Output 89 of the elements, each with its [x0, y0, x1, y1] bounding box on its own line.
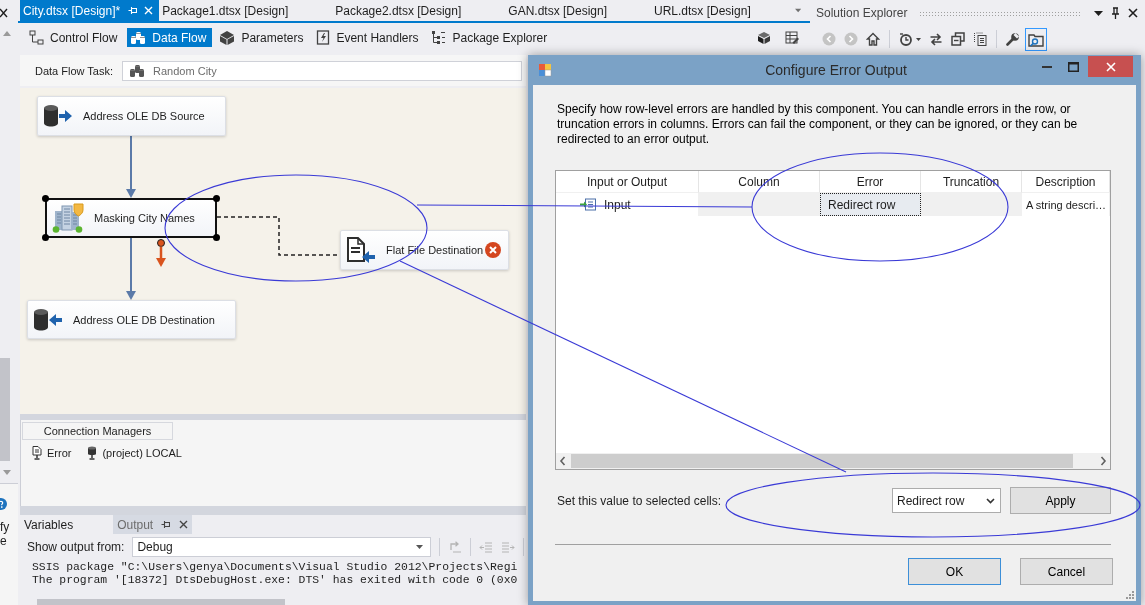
output-source-combobox[interactable]: Debug	[132, 537, 432, 557]
minimize-icon	[1042, 65, 1052, 68]
help-icon[interactable]	[0, 498, 7, 510]
buildings-icon	[52, 203, 84, 233]
selection-handle[interactable]	[213, 234, 220, 241]
pages-icon	[973, 32, 987, 46]
pin-icon[interactable]	[161, 520, 171, 529]
scroll-left-icon[interactable]	[559, 456, 566, 466]
maximize-icon	[1067, 61, 1079, 72]
dialog-description: Specify how row-level errors are handled by this component. You can handle errors in the row, or truncation errors in columns. Errors can fail the component, or they can be ignored, or they can be redirected to an error output.	[557, 102, 1079, 147]
dropdown-icon[interactable]	[1094, 10, 1103, 16]
column-header[interactable]: Description	[1022, 171, 1110, 193]
toolbar-button[interactable]	[1025, 27, 1047, 51]
sync-arrows-icon	[929, 32, 943, 46]
file-plug-icon	[32, 446, 42, 460]
document-arrow-icon	[346, 236, 376, 264]
caret-icon	[916, 37, 921, 41]
cylinders-icon	[129, 63, 146, 78]
set-value-label: Set this value to selected cells:	[557, 493, 723, 508]
resize-grip-icon[interactable]	[1126, 591, 1134, 599]
selection-handle[interactable]	[213, 195, 220, 202]
close-icon[interactable]	[0, 8, 8, 18]
clock-icon	[899, 32, 913, 46]
designer-tab[interactable]: Control Flow	[26, 28, 124, 47]
scrollbar-thumb[interactable]	[0, 358, 10, 461]
folder-search-icon	[1028, 31, 1044, 47]
task-combobox[interactable]: Random City	[122, 60, 523, 81]
scrollbar-thumb[interactable]	[37, 599, 285, 605]
column-header[interactable]: Input or Output	[556, 171, 699, 193]
apply-button[interactable]: Apply	[1010, 487, 1111, 514]
error-output-arrow[interactable]	[156, 239, 166, 267]
tree-list-icon	[431, 30, 447, 45]
table-cell[interactable]: A string descri…	[1022, 193, 1110, 216]
stacked-squares-icon	[951, 32, 965, 46]
lightning-document-icon	[316, 30, 331, 45]
horizontal-scrollbar[interactable]	[556, 453, 1110, 469]
task-label: Data Flow Task:	[35, 64, 114, 77]
app-icon	[538, 63, 552, 77]
pin-icon[interactable]	[1111, 7, 1120, 19]
scroll-right-icon[interactable]	[1100, 456, 1107, 466]
panel-title: Solution Explorer	[816, 6, 908, 20]
flow-chart-icon	[29, 30, 44, 45]
document-tab[interactable]: Package2.dtsx [Design]	[332, 0, 506, 21]
input-list-icon	[580, 198, 596, 211]
tool-window-tab[interactable]: Output	[113, 515, 193, 534]
database-arrow-icon	[33, 306, 63, 333]
document-tab[interactable]: URL.dtsx [Design]	[651, 0, 795, 21]
table-cell[interactable]: Redirect row	[820, 193, 921, 216]
document-tab[interactable]: Package1.dtsx [Design]	[159, 0, 333, 21]
selection-handle[interactable]	[42, 195, 49, 202]
close-icon[interactable]	[179, 520, 189, 529]
database-plug-icon	[87, 446, 98, 460]
connection-manager-item[interactable]: (project) LOCAL	[87, 446, 182, 460]
output-line: The program '[18372] DtsDebugHost.exe: DTS' has exited with code 0 (0x0	[32, 574, 519, 587]
designer-tab[interactable]: Parameters	[216, 28, 310, 47]
close-icon[interactable]	[1128, 8, 1138, 18]
data-path-arrow	[126, 135, 136, 198]
output-source-label: Show output from:	[27, 540, 125, 554]
database-arrow-icon	[43, 103, 73, 129]
panel-header: Connection Managers	[22, 422, 173, 440]
forward-icon	[844, 32, 858, 46]
selection-handle[interactable]	[42, 234, 49, 241]
dropdown-icon	[416, 545, 424, 549]
dialog-title: Configure Error Output	[764, 61, 908, 80]
dialog-button[interactable]: Cancel	[1020, 558, 1113, 585]
node-label: Address OLE DB Source	[83, 110, 205, 122]
wrench-icon	[1006, 32, 1020, 46]
node-label: Address OLE DB Destination	[73, 313, 215, 326]
error-action-combobox[interactable]: Redirect row	[892, 488, 1001, 513]
text-fragment: fy	[0, 520, 10, 534]
connection-manager-item[interactable]: Error	[32, 446, 72, 460]
designer-tab[interactable]: Event Handlers	[313, 28, 425, 47]
text-fragment: e	[0, 534, 7, 548]
cube-icon	[219, 29, 236, 46]
cube-icon[interactable]	[757, 30, 771, 45]
close-icon	[1105, 61, 1116, 72]
designer-tab[interactable]: Data Flow	[127, 28, 213, 47]
tool-window-tab[interactable]: Variables	[20, 515, 114, 534]
dialog-button[interactable]: OK	[908, 558, 1001, 585]
data-path-arrow	[126, 237, 136, 300]
chevron-down-icon	[986, 497, 995, 504]
grid-pencil-icon[interactable]	[785, 30, 800, 45]
document-tab[interactable]: GAN.dtsx [Design]	[505, 0, 651, 21]
scrollbar-thumb[interactable]	[571, 454, 1073, 468]
home-icon	[866, 32, 880, 46]
back-icon	[822, 32, 836, 46]
output-line: SSIS package "C:\Users\genya\Documents\Visual Studio 2012\Projects\Regi	[32, 561, 519, 574]
cylinders-icon	[130, 30, 147, 45]
designer-tab[interactable]: Package Explorer	[428, 28, 554, 47]
